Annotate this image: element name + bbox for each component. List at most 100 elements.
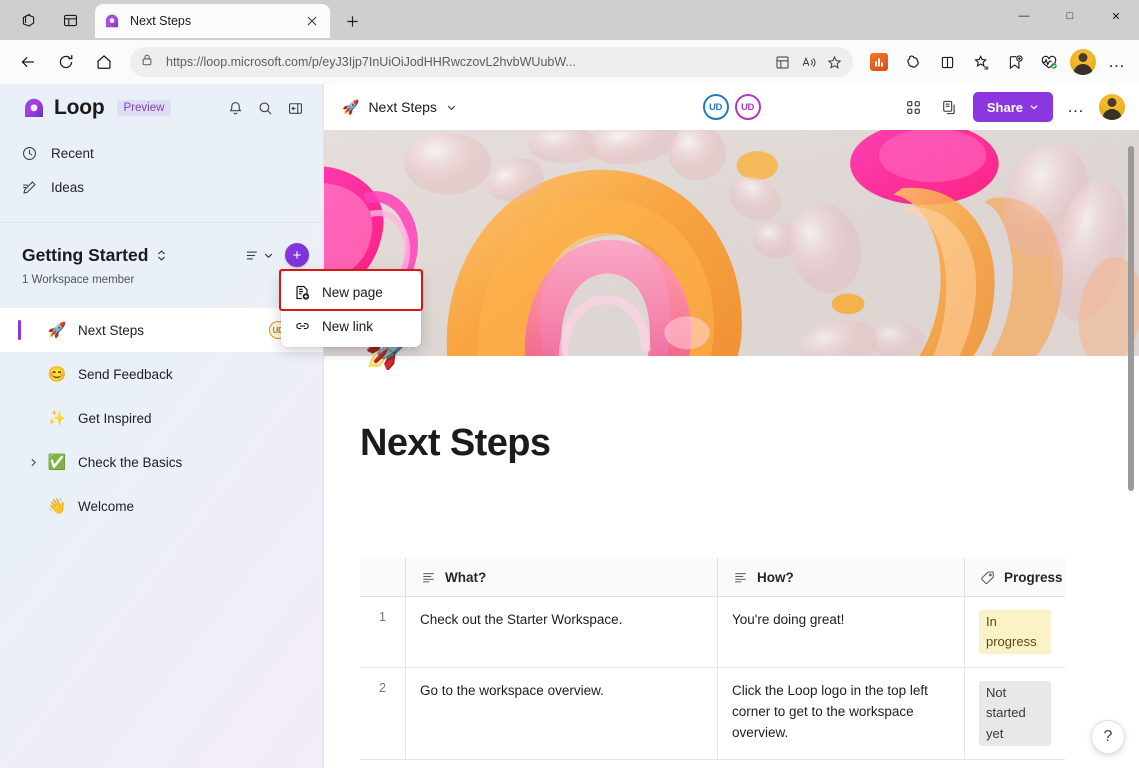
sidebar-page-welcome[interactable]: 👋 Welcome <box>0 484 323 528</box>
add-new-button[interactable]: + <box>285 243 309 267</box>
refresh-icon[interactable] <box>50 46 82 78</box>
column-label: Progress <box>1004 570 1063 585</box>
page-label: Check the Basics <box>78 455 182 470</box>
sidebar-nav: Recent Ideas <box>0 132 323 204</box>
favorite-star-icon[interactable] <box>821 49 847 75</box>
loop-logo-icon[interactable] <box>22 96 46 120</box>
document-topbar: 🚀 Next Steps UD UD <box>324 84 1139 130</box>
loop-main: 🚀 Next Steps UD UD <box>324 84 1139 768</box>
label-tag-icon <box>979 569 995 585</box>
user-avatar[interactable] <box>1097 92 1127 122</box>
sidebar-item-ideas[interactable]: Ideas <box>10 170 313 204</box>
workspace-block: Getting Started <box>0 223 323 286</box>
sidebar-page-next-steps[interactable]: 🚀 Next Steps UD <box>0 308 323 352</box>
chevron-down-icon[interactable] <box>446 102 457 113</box>
status-badge: Not started yet <box>979 681 1051 745</box>
page-label: Welcome <box>78 499 134 514</box>
collapse-pane-icon[interactable] <box>281 94 309 122</box>
address-bar[interactable]: https://loop.microsoft.com/p/eyJ3Ijp7InU… <box>130 47 853 77</box>
document-breadcrumb[interactable]: 🚀 Next Steps <box>342 99 457 116</box>
workspace-page-list: 🚀 Next Steps UD 😊 Send Fe <box>0 308 323 528</box>
tab-title: Next Steps <box>130 14 302 28</box>
sort-filter-button[interactable] <box>241 241 277 269</box>
split-view-icon[interactable] <box>769 49 795 75</box>
cell-what[interactable]: Check out the Starter Workspace. <box>406 597 718 667</box>
smiley-icon: 😊 <box>46 365 68 383</box>
loop-sidebar: Loop Preview <box>0 84 324 768</box>
read-aloud-icon[interactable] <box>795 49 821 75</box>
table-column-header-what[interactable]: What? <box>406 558 718 596</box>
row-number: 1 <box>360 597 406 667</box>
settings-more-icon[interactable]: … <box>1101 46 1133 78</box>
tab-search-icon[interactable] <box>10 5 46 35</box>
page-label: Get Inspired <box>78 411 152 426</box>
text-column-icon <box>732 569 748 585</box>
help-button[interactable]: ? <box>1091 720 1125 754</box>
window-minimize-button[interactable]: — <box>1001 0 1047 32</box>
chevron-right-icon[interactable] <box>26 455 40 469</box>
home-icon[interactable] <box>88 46 120 78</box>
table-row[interactable]: 1 Check out the Starter Workspace. You'r… <box>360 597 1065 668</box>
cell-progress[interactable]: Not started yet <box>965 668 1065 758</box>
apps-grid-icon[interactable] <box>899 92 929 122</box>
split-screen-icon[interactable] <box>52 5 88 35</box>
bell-icon[interactable] <box>221 94 249 122</box>
profile-avatar[interactable] <box>1067 46 1099 78</box>
rocket-icon: 🚀 <box>46 321 68 339</box>
chevron-down-icon <box>263 250 274 261</box>
new-item-flyout-menu: New page New link <box>281 271 421 347</box>
split-screen-icon[interactable] <box>931 46 963 78</box>
table-gutter-header <box>360 558 406 596</box>
presence-avatar[interactable]: UD <box>703 94 729 120</box>
page-label: Send Feedback <box>78 367 173 382</box>
clock-icon <box>20 144 39 163</box>
window-maximize-button[interactable]: □ <box>1047 0 1093 32</box>
table-column-header-progress[interactable]: Progress <box>965 558 1077 596</box>
cell-how[interactable]: You're doing great! <box>718 597 965 667</box>
loop-app: Loop Preview <box>0 84 1139 768</box>
menu-item-label: New page <box>322 285 383 300</box>
back-arrow-icon[interactable] <box>12 46 44 78</box>
extension-orange-icon[interactable] <box>863 46 895 78</box>
more-options-icon[interactable]: … <box>1061 92 1091 122</box>
document-body: 🚀 Next Steps What? <box>324 356 1139 760</box>
screen-root: Next Steps — □ ✕ <box>0 0 1139 768</box>
menu-item-label: New link <box>322 319 373 334</box>
new-tab-button[interactable] <box>338 7 366 35</box>
presence-avatar[interactable]: UD <box>735 94 761 120</box>
share-button[interactable]: Share <box>973 92 1053 122</box>
search-icon[interactable] <box>251 94 279 122</box>
window-close-button[interactable]: ✕ <box>1093 0 1139 32</box>
sidebar-page-check-the-basics[interactable]: ✅ Check the Basics <box>0 440 323 484</box>
browser-essentials-icon[interactable] <box>1033 46 1065 78</box>
sidebar-page-send-feedback[interactable]: 😊 Send Feedback <box>0 352 323 396</box>
table-row[interactable]: 2 Go to the workspace overview. Click th… <box>360 668 1065 759</box>
cell-what[interactable]: Go to the workspace overview. <box>406 668 718 758</box>
column-label: How? <box>757 570 794 585</box>
tab-close-icon[interactable] <box>302 11 322 31</box>
page-title[interactable]: Next Steps <box>324 356 1139 465</box>
sidebar-page-get-inspired[interactable]: ✨ Get Inspired <box>0 396 323 440</box>
collections-icon[interactable] <box>965 46 997 78</box>
table-column-header-how[interactable]: How? <box>718 558 965 596</box>
menu-item-new-link[interactable]: New link <box>281 309 421 343</box>
workspace-actions: + <box>241 241 309 269</box>
address-bar-url: https://loop.microsoft.com/p/eyJ3Ijp7InU… <box>166 55 769 69</box>
menu-item-new-page[interactable]: New page <box>281 275 421 309</box>
document-banner-image <box>324 130 1139 356</box>
copilot-icon[interactable] <box>897 46 929 78</box>
copy-component-icon[interactable] <box>935 92 965 122</box>
sidebar-item-recent[interactable]: Recent <box>10 136 313 170</box>
cell-how[interactable]: Click the Loop logo in the top left corn… <box>718 668 965 758</box>
preview-badge: Preview <box>117 100 172 116</box>
add-favorite-icon[interactable] <box>999 46 1031 78</box>
cell-progress[interactable]: In progress <box>965 597 1065 667</box>
document-scrollbar[interactable] <box>1128 146 1134 491</box>
column-label: What? <box>445 570 486 585</box>
workspace-switcher-icon[interactable] <box>155 249 168 262</box>
loop-favicon-icon <box>103 12 121 30</box>
sidebar-header-actions <box>221 94 309 122</box>
workspace-title[interactable]: Getting Started <box>22 245 148 266</box>
toolbar-right-actions: … <box>861 46 1139 78</box>
browser-tab[interactable]: Next Steps <box>95 4 330 38</box>
